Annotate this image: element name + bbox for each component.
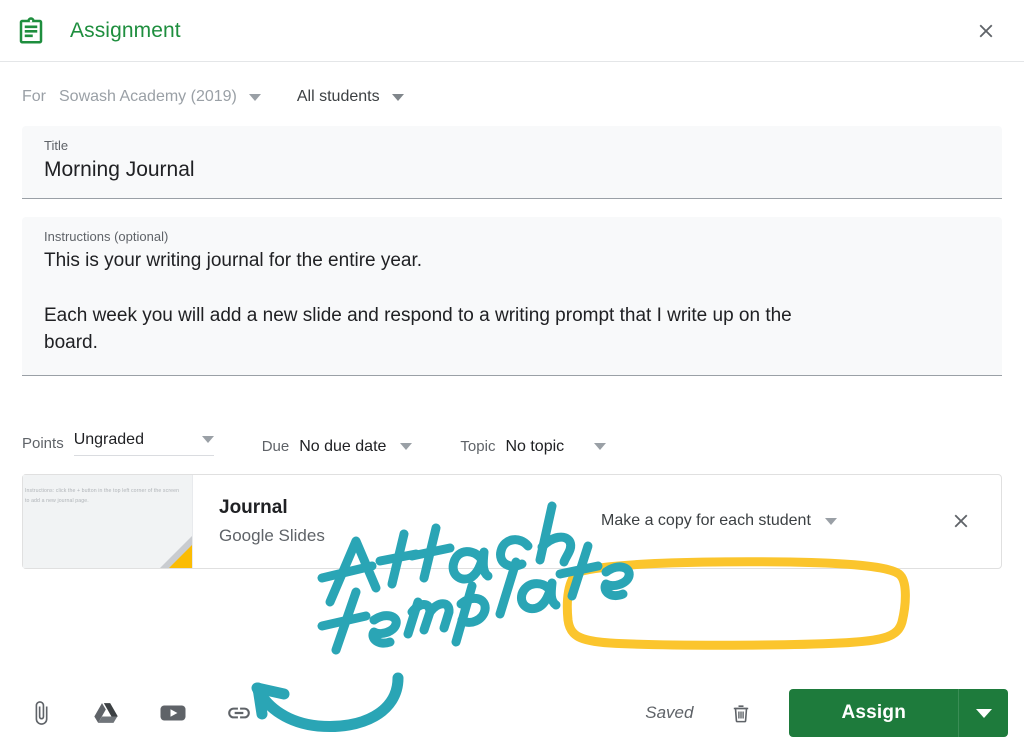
title-input[interactable]: Morning Journal <box>44 157 980 184</box>
due-select[interactable]: No due date <box>299 437 413 456</box>
title-field[interactable]: Title Morning Journal <box>22 126 1002 199</box>
points-value: Ungraded <box>73 430 144 448</box>
chevron-down-icon <box>975 708 992 718</box>
instructions-field[interactable]: Instructions (optional) This is your wri… <box>22 216 1002 376</box>
course-select[interactable]: Sowash Academy (2019) <box>59 88 261 106</box>
link-icon[interactable] <box>216 690 262 736</box>
instructions-blank-line <box>44 275 980 303</box>
instructions-field-label: Instructions (optional) <box>44 228 169 244</box>
close-icon[interactable] <box>966 11 1006 51</box>
instructions-input[interactable]: This is your writing journal for the ent… <box>44 248 980 357</box>
for-label: For <box>22 88 46 105</box>
student-copy-select[interactable]: Make a copy for each student <box>591 506 847 536</box>
chevron-down-icon <box>201 436 214 444</box>
bottom-toolbar: Saved Assign <box>0 677 1024 749</box>
student-copy-select-value: Make a copy for each student <box>601 512 811 530</box>
due-group: Due No due date <box>262 438 413 456</box>
assign-button[interactable]: Assign <box>789 689 958 737</box>
attachment-subtitle: Google Slides <box>219 525 325 545</box>
attachment-info: Journal Google Slides <box>193 497 325 546</box>
students-select-value: All students <box>296 88 380 105</box>
course-select-value: Sowash Academy (2019) <box>59 88 237 105</box>
for-row: For Sowash Academy (2019) All students <box>0 62 1024 126</box>
topic-label: Topic <box>460 438 496 456</box>
instructions-line-1: This is your writing journal for the ent… <box>44 249 423 271</box>
attachment-thumbnail: Instructions: click the + button in the … <box>23 474 193 568</box>
assign-options-button[interactable] <box>958 689 1008 737</box>
chevron-down-icon <box>594 443 607 451</box>
attachment-thumbnail-text: Instructions: click the + button in the … <box>25 487 180 504</box>
meta-row: Points Ungraded Due No due date Topic No… <box>0 394 1024 456</box>
saved-status: Saved <box>645 703 694 722</box>
paperclip-icon[interactable] <box>18 690 64 736</box>
chevron-down-icon <box>824 517 837 525</box>
chevron-down-icon <box>391 93 404 101</box>
due-label: Due <box>261 438 290 456</box>
chevron-down-icon <box>248 93 261 101</box>
slides-fold-icon <box>169 544 192 568</box>
instructions-line-2: Each week you will add a new slide and r… <box>44 304 792 326</box>
dialog-header: Assignment <box>0 0 1024 62</box>
points-group: Points Ungraded <box>22 431 214 456</box>
due-value: No due date <box>299 437 387 455</box>
remove-attachment-button[interactable] <box>941 501 981 541</box>
points-label: Points <box>22 434 64 452</box>
topic-group: Topic No topic <box>460 437 607 456</box>
attachment-card[interactable]: Instructions: click the + button in the … <box>22 473 1002 569</box>
page-title: Assignment <box>70 18 181 42</box>
chevron-down-icon <box>400 443 413 451</box>
topic-value: No topic <box>505 437 565 455</box>
topic-select[interactable]: No topic <box>505 437 607 456</box>
trash-icon[interactable] <box>719 691 763 735</box>
assignment-clipboard-icon <box>14 14 48 48</box>
title-field-label: Title <box>44 138 69 153</box>
students-select[interactable]: All students <box>297 88 404 106</box>
instructions-line-3: board. <box>44 331 98 353</box>
google-drive-icon[interactable] <box>84 690 130 736</box>
attachment-title: Journal <box>219 496 288 518</box>
yellow-highlight-circle <box>562 557 910 650</box>
points-select[interactable]: Ungraded <box>73 430 214 456</box>
youtube-icon[interactable] <box>150 690 196 736</box>
bottom-toolbar-right: Saved Assign <box>645 689 1008 737</box>
